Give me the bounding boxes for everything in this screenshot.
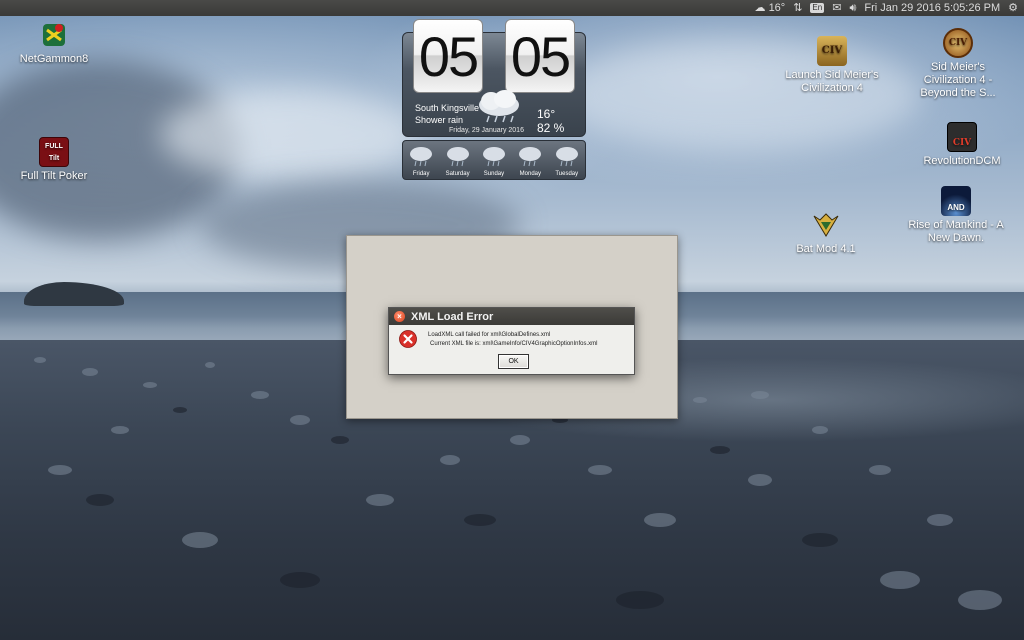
icon-label: Sid Meier's Civilization 4 - Beyond the … [920, 61, 996, 99]
civ-icon: CIV [817, 36, 847, 66]
error-message-line2: Current XML file is: xml\GameInfo/CIV4Gr… [430, 341, 598, 347]
netgammon-icon [43, 24, 65, 46]
rain-cloud-icon [446, 147, 469, 167]
forecast-day-label: Saturday [445, 171, 470, 177]
desktop-icon-full-tilt-poker[interactable]: FULL Tilt Full Tilt Poker [4, 137, 104, 183]
civ-bts-icon: CIV [943, 28, 973, 58]
forecast-day: Sunday [477, 145, 511, 177]
forecast-day-label: Sunday [483, 171, 505, 177]
icon-label: RevolutionDCM [923, 155, 1001, 167]
rain-cloud-icon [519, 147, 542, 167]
mail-icon[interactable]: ✉ [832, 0, 841, 16]
desktop-icon-launch-civ4[interactable]: CIV Launch Sid Meier's Civilization 4 [782, 36, 882, 95]
desktop-icon-revolutiondcm[interactable]: CIV RevolutionDCM [912, 122, 1012, 168]
weather-indicator[interactable]: ☁ 16° [755, 0, 786, 16]
forecast-day-label: Friday [412, 171, 430, 177]
forecast-day-label: Monday [519, 171, 542, 177]
cloud-icon: ☁ [754, 2, 766, 14]
weather-forecast[interactable]: Friday Saturday Sunday Monday Tuesday [402, 140, 586, 180]
rain-cloud-icon [555, 147, 578, 167]
weather-city: South Kingsville [415, 103, 480, 113]
desktop-icon-bat-mod[interactable]: Bat Mod 4.1 [776, 210, 876, 256]
error-message-line1: LoadXML call failed for xml\GlobalDefine… [428, 332, 551, 338]
rain-cloud-icon [479, 90, 519, 123]
forecast-day: Tuesday [550, 145, 584, 177]
icon-label: Launch Sid Meier's Civilization 4 [785, 69, 879, 94]
forecast-day-label: Tuesday [555, 171, 579, 177]
weather-temperature: 16° [537, 107, 556, 121]
close-icon[interactable]: × [394, 311, 405, 322]
icon-label: NetGammon8 [19, 53, 89, 65]
icon-label: Rise of Mankind - A New Dawn. [908, 219, 1004, 244]
network-icon[interactable]: ⇅ [793, 0, 802, 16]
weather-date: Friday, 29 January 2016 [449, 127, 524, 134]
dialog-titlebar[interactable]: × XML Load Error [389, 308, 634, 325]
top-panel: ☁ 16° ⇅ En ✉ 🔊︎ Fri Jan 29 2016 5:05:26 … [0, 0, 1024, 16]
icon-label: Bat Mod 4.1 [796, 243, 856, 255]
desktop-icon-netgammon[interactable]: NetGammon8 [4, 20, 104, 66]
ok-button[interactable]: OK [498, 354, 529, 369]
desktop-icon-rise-of-mankind[interactable]: AND Rise of Mankind - A New Dawn. [906, 186, 1006, 245]
gear-icon[interactable]: ⚙ [1008, 0, 1018, 16]
rain-cloud-icon [482, 147, 505, 167]
minute-flip-card: 05 [505, 19, 575, 93]
forecast-day: Monday [513, 145, 547, 177]
weather-condition: Shower rain [415, 115, 464, 125]
icon-label: Full Tilt Poker [20, 170, 88, 182]
error-icon [399, 330, 417, 348]
full-tilt-icon: FULL Tilt [39, 137, 69, 167]
weather-humidity: 82 % [537, 121, 565, 135]
desktop-icon-civ4-beyond-the-sword[interactable]: CIV Sid Meier's Civilization 4 - Beyond … [908, 28, 1008, 100]
dialog-title: XML Load Error [411, 310, 494, 323]
clock-indicator[interactable]: Fri Jan 29 2016 5:05:26 PM [864, 0, 1000, 16]
forecast-day: Friday [404, 145, 438, 177]
rain-cloud-icon [410, 147, 433, 167]
panel-temperature: 16° [768, 2, 786, 14]
volume-icon[interactable]: 🔊︎ [849, 0, 856, 16]
revolution-icon: CIV [947, 122, 977, 152]
rise-of-mankind-icon: AND [941, 186, 971, 216]
keyboard-layout-indicator[interactable]: En [810, 3, 825, 13]
bat-mod-icon [813, 213, 839, 237]
hour-flip-card: 05 [413, 19, 483, 93]
forecast-day: Saturday [441, 145, 475, 177]
clock-weather-widget[interactable]: 05 05 South Kingsville Shower rain Frida… [402, 19, 586, 137]
xml-load-error-dialog[interactable]: × XML Load Error LoadXML call failed for… [388, 307, 635, 375]
